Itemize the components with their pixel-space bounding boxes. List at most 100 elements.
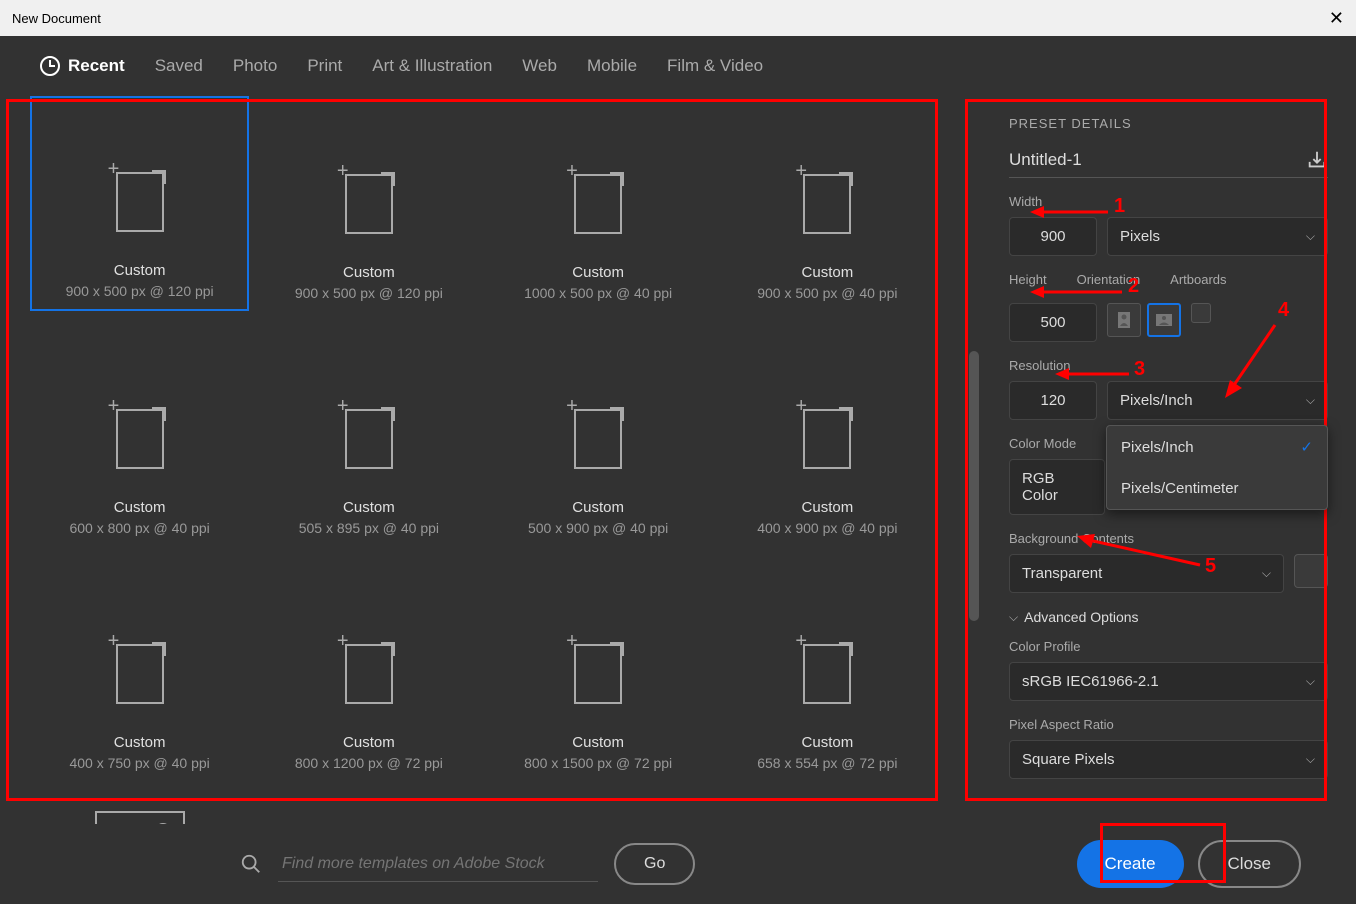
height-input[interactable] — [1009, 303, 1097, 342]
close-button[interactable]: Close — [1198, 840, 1301, 888]
preset-dimensions: 900 x 500 px @ 40 ppi — [757, 285, 897, 301]
document-icon: + — [110, 399, 170, 469]
preset-name: Custom — [802, 499, 854, 516]
height-label: Height — [1009, 272, 1047, 287]
tab-art[interactable]: Art & Illustration — [372, 56, 492, 76]
preset-name: Custom — [572, 264, 624, 281]
document-icon: + — [568, 399, 628, 469]
chevron-down-icon: ⌵ — [1262, 566, 1271, 581]
bg-contents-select[interactable]: Transparent⌵ — [1009, 554, 1284, 593]
preset-dimensions: 900 x 500 px @ 120 ppi — [66, 283, 214, 299]
preset-dimensions: 500 x 900 px @ 40 ppi — [528, 520, 668, 536]
chevron-down-icon: ⌵ — [1009, 610, 1018, 625]
document-icon: + — [339, 399, 399, 469]
preset-item[interactable]: + Custom 658 x 554 px @ 72 ppi — [718, 566, 937, 781]
tab-saved[interactable]: Saved — [155, 56, 203, 76]
preset-item[interactable]: + Custom 900 x 500 px @ 120 ppi — [259, 96, 478, 311]
bottom-bar: Go Create Close — [0, 824, 1356, 904]
tab-photo[interactable]: Photo — [233, 56, 277, 76]
scrollbar[interactable] — [967, 96, 981, 824]
document-icon: + — [568, 634, 628, 704]
artboards-checkbox[interactable] — [1191, 303, 1211, 323]
preset-name: Custom — [114, 734, 166, 751]
preset-item[interactable]: + Custom 400 x 750 px @ 40 ppi — [30, 566, 249, 781]
resolution-unit-dropdown: Pixels/Inch✓ Pixels/Centimeter — [1106, 425, 1328, 510]
par-select[interactable]: Square Pixels⌵ — [1009, 740, 1328, 779]
preset-dimensions: 400 x 750 px @ 40 ppi — [69, 755, 209, 771]
orientation-portrait[interactable] — [1107, 303, 1141, 337]
orientation-label: Orientation — [1077, 272, 1141, 287]
check-icon: ✓ — [1300, 438, 1313, 456]
tab-mobile[interactable]: Mobile — [587, 56, 637, 76]
resolution-label: Resolution — [1009, 358, 1328, 373]
preset-name: Custom — [114, 262, 166, 279]
close-window-icon[interactable]: ✕ — [1329, 8, 1344, 29]
scroll-thumb[interactable] — [969, 351, 979, 621]
image-icon — [95, 811, 185, 824]
preset-item[interactable] — [30, 801, 249, 824]
tab-web[interactable]: Web — [522, 56, 557, 76]
advanced-options-toggle[interactable]: ⌵ Advanced Options — [1009, 609, 1328, 625]
go-button[interactable]: Go — [614, 843, 695, 885]
create-button[interactable]: Create — [1077, 840, 1184, 888]
preset-details-panel: PRESET DETAILS Width Pixels⌵ Height Orie… — [981, 96, 1356, 824]
chevron-down-icon: ⌵ — [1306, 752, 1315, 767]
stock-search-input[interactable] — [278, 847, 598, 882]
tab-print[interactable]: Print — [307, 56, 342, 76]
tab-film[interactable]: Film & Video — [667, 56, 763, 76]
preset-dimensions: 800 x 1200 px @ 72 ppi — [295, 755, 443, 771]
width-unit-select[interactable]: Pixels⌵ — [1107, 217, 1328, 256]
color-profile-select[interactable]: sRGB IEC61966-2.1⌵ — [1009, 662, 1328, 701]
preset-item[interactable]: + Custom 800 x 1500 px @ 72 ppi — [489, 566, 708, 781]
document-icon: + — [110, 634, 170, 704]
document-icon: + — [339, 634, 399, 704]
preset-dimensions: 600 x 800 px @ 40 ppi — [69, 520, 209, 536]
preset-item[interactable]: + Custom 400 x 900 px @ 40 ppi — [718, 331, 937, 546]
bg-color-swatch[interactable] — [1294, 554, 1328, 588]
bg-label: Background Contents — [1009, 531, 1328, 546]
preset-item[interactable]: + Custom 800 x 1200 px @ 72 ppi — [259, 566, 478, 781]
document-icon: + — [110, 162, 170, 232]
preset-grid: + Custom 900 x 500 px @ 120 ppi+ Custom … — [0, 96, 967, 824]
search-icon — [240, 853, 262, 875]
par-label: Pixel Aspect Ratio — [1009, 717, 1328, 732]
document-icon: + — [339, 164, 399, 234]
preset-name: Custom — [343, 264, 395, 281]
resolution-input[interactable] — [1009, 381, 1097, 420]
category-tabs: Recent Saved Photo Print Art & Illustrat… — [0, 36, 1356, 96]
preset-dimensions: 658 x 554 px @ 72 ppi — [757, 755, 897, 771]
preset-item[interactable]: + Custom 900 x 500 px @ 40 ppi — [718, 96, 937, 311]
tab-label: Recent — [68, 56, 125, 76]
window-title: New Document — [12, 11, 101, 26]
panel-title: PRESET DETAILS — [1009, 116, 1328, 131]
preset-name: Custom — [802, 264, 854, 281]
chevron-down-icon: ⌵ — [1306, 229, 1315, 244]
preset-dimensions: 800 x 1500 px @ 72 ppi — [524, 755, 672, 771]
document-name-input[interactable] — [1009, 150, 1296, 170]
width-input[interactable] — [1009, 217, 1097, 256]
width-label: Width — [1009, 194, 1328, 209]
preset-name: Custom — [343, 734, 395, 751]
preset-item[interactable]: + Custom 1000 x 500 px @ 40 ppi — [489, 96, 708, 311]
dropdown-option[interactable]: Pixels/Inch✓ — [1107, 426, 1327, 468]
color-mode-select[interactable]: RGB Color — [1009, 459, 1105, 515]
orientation-landscape[interactable] — [1147, 303, 1181, 337]
preset-item[interactable]: + Custom 500 x 900 px @ 40 ppi — [489, 331, 708, 546]
document-icon: + — [797, 399, 857, 469]
document-icon: + — [568, 164, 628, 234]
preset-dimensions: 900 x 500 px @ 120 ppi — [295, 285, 443, 301]
preset-name: Custom — [343, 499, 395, 516]
color-profile-label: Color Profile — [1009, 639, 1328, 654]
preset-item[interactable]: + Custom 505 x 895 px @ 40 ppi — [259, 331, 478, 546]
tab-recent[interactable]: Recent — [40, 56, 125, 76]
resolution-unit-select[interactable]: Pixels/Inch⌵ — [1107, 381, 1328, 420]
document-icon: + — [797, 634, 857, 704]
preset-dimensions: 400 x 900 px @ 40 ppi — [757, 520, 897, 536]
dropdown-option[interactable]: Pixels/Centimeter — [1107, 468, 1327, 509]
chevron-down-icon: ⌵ — [1306, 674, 1315, 689]
preset-name: Custom — [572, 734, 624, 751]
preset-item[interactable]: + Custom 600 x 800 px @ 40 ppi — [30, 331, 249, 546]
preset-item[interactable]: + Custom 900 x 500 px @ 120 ppi — [30, 96, 249, 311]
save-preset-icon[interactable] — [1306, 149, 1328, 171]
document-icon: + — [797, 164, 857, 234]
